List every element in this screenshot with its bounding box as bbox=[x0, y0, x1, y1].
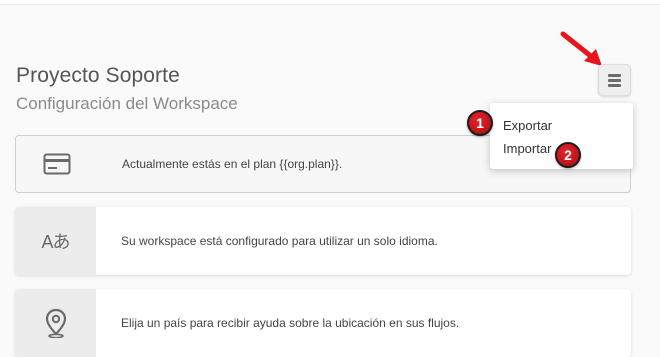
step-badge-2: 2 bbox=[555, 142, 581, 168]
location-icon-cell bbox=[15, 289, 96, 357]
red-arrow-annotation bbox=[560, 31, 602, 66]
location-pin-icon bbox=[45, 308, 66, 338]
location-card[interactable]: Elija un país para recibir ayuda sobre l… bbox=[15, 289, 631, 357]
credit-card-icon bbox=[43, 153, 70, 175]
language-card[interactable]: Aあ Su workspace está configurado para ut… bbox=[15, 207, 631, 275]
top-bar bbox=[0, 0, 660, 5]
plan-icon-cell bbox=[16, 136, 97, 192]
menu-item-exportar[interactable]: Exportar bbox=[503, 118, 552, 133]
menu-item-importar[interactable]: Importar bbox=[503, 141, 551, 156]
page-subtitle: Configuración del Workspace bbox=[16, 94, 238, 113]
language-text: Su workspace está configurado para utili… bbox=[121, 234, 438, 248]
language-icon-cell: Aあ bbox=[15, 207, 96, 275]
step-badge-1: 1 bbox=[467, 110, 493, 136]
plan-text: Actualmente estás en el plan {{org.plan}… bbox=[122, 157, 343, 171]
page-title: Proyecto Soporte bbox=[16, 64, 180, 87]
options-menu-button[interactable] bbox=[598, 64, 631, 96]
location-text: Elija un país para recibir ayuda sobre l… bbox=[121, 316, 460, 330]
language-translate-icon: Aあ bbox=[41, 232, 70, 252]
hamburger-menu-icon bbox=[608, 73, 621, 87]
